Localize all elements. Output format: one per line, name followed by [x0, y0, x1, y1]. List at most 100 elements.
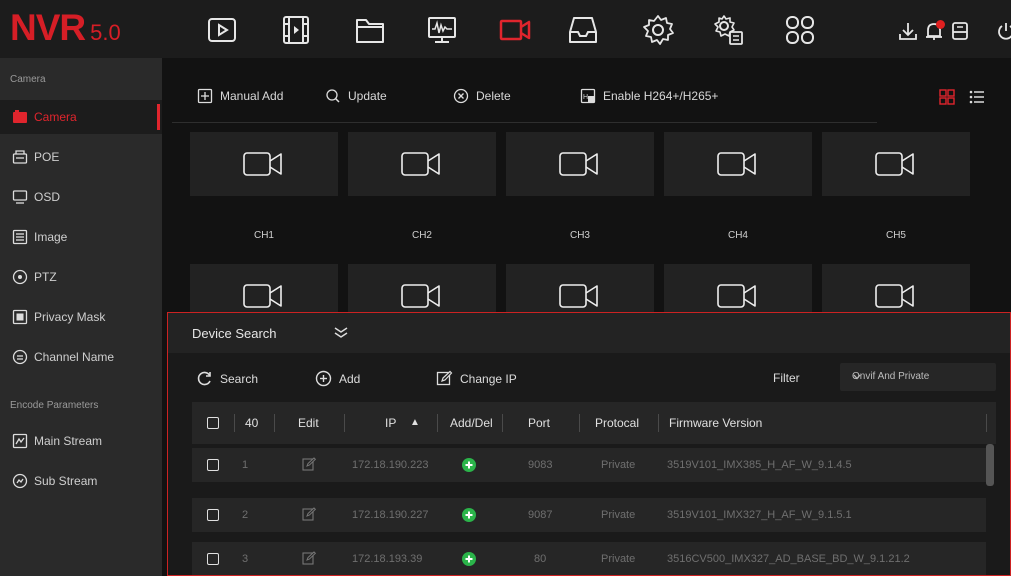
row-index: 3: [242, 553, 249, 565]
playback-icon[interactable]: [204, 12, 240, 48]
folder-icon[interactable]: [352, 12, 388, 48]
grid-view-icon[interactable]: [938, 88, 956, 106]
alarm-notification-icon[interactable]: [923, 20, 945, 42]
camera-icon[interactable]: [497, 12, 533, 48]
active-indicator: [157, 104, 160, 130]
download-icon[interactable]: [897, 20, 919, 42]
h264-icon: H: [580, 88, 596, 104]
power-icon[interactable]: [995, 20, 1011, 42]
add-device-icon[interactable]: [462, 508, 476, 522]
table-row[interactable]: 3 172.18.193.39 80 Private 3516CV500_IMX…: [192, 542, 986, 575]
camera-icon: [12, 109, 28, 125]
row-checkbox[interactable]: [207, 553, 219, 565]
sidebar-item-label: POE: [34, 150, 60, 164]
edit-icon[interactable]: [302, 551, 316, 565]
camera-icon: [243, 152, 282, 176]
row-index: 1: [242, 459, 249, 471]
row-checkbox[interactable]: [207, 459, 219, 471]
column-firmware: Firmware Version: [669, 416, 763, 430]
svg-text:H: H: [583, 94, 588, 101]
enable-h264-label: Enable H264+/H265+: [603, 89, 719, 103]
row-port: 80: [534, 553, 547, 565]
table-row[interactable]: 2 172.18.190.227 9087 Private 3519V101_I…: [192, 498, 986, 532]
sidebar-item-channel-name[interactable]: Channel Name: [0, 340, 162, 374]
refresh-icon: [196, 370, 213, 387]
channel-label: CH4: [727, 230, 748, 241]
sidebar-item-camera[interactable]: Camera: [0, 100, 162, 134]
change-ip-button[interactable]: Change IP: [436, 370, 517, 387]
network-settings-icon[interactable]: [710, 12, 746, 48]
camera-icon: [243, 284, 282, 308]
column-divider: [502, 414, 503, 432]
row-firmware: 3516CV500_IMX327_AD_BASE_BD_W_9.1.21.2: [667, 553, 910, 565]
channel-label: CH1: [253, 230, 274, 241]
column-divider: [344, 414, 345, 432]
row-ip: 172.18.193.39: [352, 553, 423, 565]
sidebar-item-label: Privacy Mask: [34, 310, 106, 324]
manual-add-button[interactable]: Manual Add: [197, 88, 283, 104]
sidebar-item-ptz[interactable]: PTZ: [0, 260, 162, 294]
row-index: 2: [242, 509, 249, 521]
row-checkbox[interactable]: [207, 509, 219, 521]
column-divider: [658, 414, 659, 432]
table-row[interactable]: 1 172.18.190.223 9083 Private 3519V101_I…: [192, 448, 986, 482]
sidebar-item-main-stream[interactable]: Main Stream: [0, 424, 162, 458]
camera-icon: [401, 284, 440, 308]
monitor-icon: [12, 189, 28, 205]
collapse-chevron-icon[interactable]: [333, 324, 349, 340]
column-add-del: Add/Del: [450, 416, 493, 430]
sidebar-item-privacy-mask[interactable]: Privacy Mask: [0, 300, 162, 334]
device-search-title: Device Search: [192, 326, 277, 341]
camera-tile-ch3[interactable]: [506, 132, 654, 196]
column-ip[interactable]: IP: [385, 416, 396, 430]
filter-select[interactable]: Onvif And Private: [840, 363, 996, 391]
camera-tile-ch4[interactable]: [664, 132, 812, 196]
channel-label: CH3: [569, 230, 590, 241]
select-all-checkbox[interactable]: [207, 417, 219, 429]
filter-label: Filter: [773, 371, 800, 385]
poe-icon: [12, 149, 28, 165]
sidebar-item-sub-stream[interactable]: Sub Stream: [0, 464, 162, 498]
system-info-icon[interactable]: [424, 12, 460, 48]
sidebar-item-label: Image: [34, 230, 68, 244]
enable-h264-button[interactable]: H Enable H264+/H265+: [580, 88, 718, 104]
edit-icon[interactable]: [302, 457, 316, 471]
sidebar-item-label: Sub Stream: [34, 474, 98, 488]
video-file-icon[interactable]: [278, 12, 314, 48]
table-scrollbar[interactable]: [986, 444, 994, 486]
edit-icon[interactable]: [302, 507, 316, 521]
sidebar-item-poe[interactable]: POE: [0, 140, 162, 174]
settings-icon[interactable]: [640, 12, 676, 48]
row-firmware: 3519V101_IMX385_H_AF_W_9.1.4.5: [667, 459, 852, 471]
update-button[interactable]: Update: [325, 88, 387, 104]
camera-tile-ch1[interactable]: [190, 132, 338, 196]
storage-icon[interactable]: [565, 12, 601, 48]
add-device-icon[interactable]: [462, 552, 476, 566]
column-divider: [274, 414, 275, 432]
sidebar-item-label: PTZ: [34, 270, 57, 284]
column-divider: [234, 414, 235, 432]
sidebar-item-label: Camera: [34, 110, 77, 124]
add-button[interactable]: Add: [315, 370, 360, 387]
camera-tile-ch2[interactable]: [348, 132, 496, 196]
apps-icon[interactable]: [782, 12, 818, 48]
update-icon: [325, 88, 341, 104]
column-count: 40: [245, 416, 259, 430]
channel-label: CH2: [411, 230, 432, 241]
camera-tile-ch5[interactable]: [822, 132, 970, 196]
sidebar-item-label: Main Stream: [34, 434, 103, 448]
sidebar-item-image[interactable]: Image: [0, 220, 162, 254]
list-view-icon[interactable]: [968, 88, 986, 106]
sidebar-item-osd[interactable]: OSD: [0, 180, 162, 214]
sidebar-item-label: Channel Name: [34, 350, 115, 364]
sort-ascending-icon[interactable]: ▲: [410, 417, 420, 428]
delete-button[interactable]: Delete: [453, 88, 511, 104]
row-protocol: Private: [601, 509, 636, 521]
search-button[interactable]: Search: [196, 370, 258, 387]
sidebar-section-encode: Encode Parameters: [10, 400, 99, 411]
manual-add-label: Manual Add: [220, 89, 284, 103]
add-device-icon[interactable]: [462, 458, 476, 472]
record-status-icon[interactable]: [949, 20, 971, 42]
logo-main: NVR: [10, 7, 86, 48]
column-port: Port: [528, 416, 551, 430]
